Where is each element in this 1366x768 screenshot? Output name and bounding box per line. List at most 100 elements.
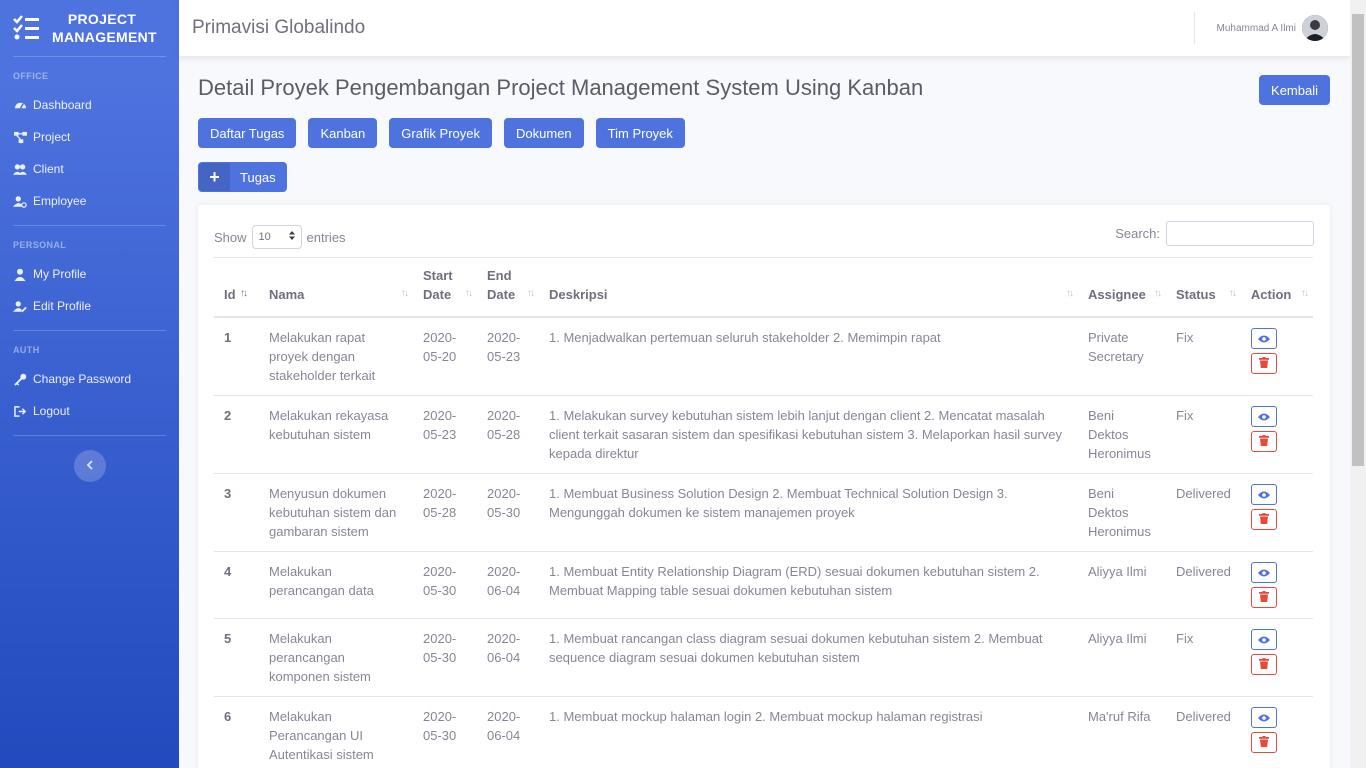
user-name[interactable]: Muhammad A Ilmi bbox=[1217, 23, 1296, 34]
sort-icon: ↑↓ bbox=[401, 288, 409, 299]
back-button[interactable]: Kembali bbox=[1259, 75, 1330, 105]
page-scrollbar[interactable] bbox=[1350, 0, 1366, 768]
col-header-status[interactable]: Status ↑↓ bbox=[1166, 257, 1241, 318]
tab-dokumen[interactable]: Dokumen bbox=[504, 118, 584, 148]
cell-start-date: 2020-05-30 bbox=[413, 551, 477, 619]
cell-deskripsi: 1. Membuat Business Solution Design 2. M… bbox=[539, 473, 1078, 552]
sidebar-heading-personal: PERSONAL bbox=[13, 240, 67, 250]
cell-action bbox=[1240, 395, 1313, 474]
tasks-list-icon bbox=[13, 15, 39, 40]
table-row: 3 Menyusun dokumen kebutuhan sistem dan … bbox=[214, 473, 1313, 552]
col-header-deskripsi[interactable]: Deskripsi ↑↓ bbox=[539, 257, 1078, 318]
entries-label: entries bbox=[306, 229, 346, 245]
eye-icon bbox=[1257, 407, 1270, 426]
sidebar-item-dashboard[interactable]: Dashboard bbox=[0, 89, 179, 121]
col-header-end-date[interactable]: End Date ↑↓ bbox=[477, 257, 539, 318]
row-actions bbox=[1250, 629, 1303, 675]
sidebar-toggle-button[interactable] bbox=[73, 450, 106, 482]
delete-task-button[interactable] bbox=[1250, 509, 1277, 530]
row-actions bbox=[1250, 707, 1303, 753]
search-control: Search: bbox=[1115, 221, 1314, 246]
cell-nama: Melakukan perancangan data bbox=[259, 551, 413, 619]
tab-kanban[interactable]: Kanban bbox=[308, 118, 378, 148]
eye-icon bbox=[1257, 630, 1270, 649]
user-icon bbox=[13, 267, 27, 281]
sort-icon: ↑↓ bbox=[1066, 288, 1074, 299]
cell-assignee: Beni Dektos Heronimus bbox=[1078, 395, 1166, 474]
delete-task-button[interactable] bbox=[1250, 587, 1277, 608]
cell-status: Fix bbox=[1166, 618, 1241, 697]
row-actions bbox=[1250, 406, 1303, 452]
show-label: Show bbox=[214, 229, 247, 245]
user-edit-icon bbox=[13, 299, 27, 313]
cell-assignee: Ma'ruf Rifa bbox=[1078, 696, 1166, 768]
cell-status: Delivered bbox=[1166, 551, 1241, 619]
tab-tim-proyek[interactable]: Tim Proyek bbox=[595, 118, 685, 148]
eye-icon bbox=[1257, 329, 1270, 348]
view-task-button[interactable] bbox=[1250, 484, 1277, 505]
col-header-action[interactable]: Action ↑↓ bbox=[1240, 257, 1313, 318]
delete-task-button[interactable] bbox=[1250, 353, 1277, 374]
cell-start-date: 2020-05-28 bbox=[413, 473, 477, 552]
cell-deskripsi: 1. Membuat rancangan class diagram sesua… bbox=[539, 618, 1078, 697]
topbar-divider bbox=[1193, 12, 1195, 44]
sidebar-item-change-password[interactable]: Change Password bbox=[0, 363, 179, 395]
eye-icon bbox=[1257, 708, 1270, 727]
cell-start-date: 2020-05-30 bbox=[413, 618, 477, 697]
table-row: 4 Melakukan perancangan data 2020-05-30 … bbox=[214, 551, 1313, 619]
sidebar-item-edit-profile[interactable]: Edit Profile bbox=[0, 290, 179, 322]
delete-task-button[interactable] bbox=[1250, 431, 1277, 452]
brand[interactable]: PROJECT MANAGEMENT bbox=[0, 0, 179, 56]
col-header-start-date[interactable]: Start Date ↑↓ bbox=[413, 257, 477, 318]
scrollbar-thumb[interactable] bbox=[1352, 14, 1364, 466]
cell-end-date: 2020-06-04 bbox=[477, 551, 539, 619]
avatar[interactable] bbox=[1302, 15, 1328, 41]
table-row: 5 Melakukan perancangan komponen sistem … bbox=[214, 618, 1313, 697]
tab-daftar-tugas[interactable]: Daftar Tugas bbox=[198, 118, 297, 148]
sidebar-item-logout[interactable]: Logout bbox=[0, 395, 179, 427]
table-row: 1 Melakukan rapat proyek dengan stakehol… bbox=[214, 316, 1313, 396]
cell-end-date: 2020-05-30 bbox=[477, 473, 539, 552]
view-task-button[interactable] bbox=[1250, 707, 1277, 728]
cell-nama: Melakukan Perancangan UI Autentikasi sis… bbox=[259, 696, 413, 768]
view-task-button[interactable] bbox=[1250, 328, 1277, 349]
view-task-button[interactable] bbox=[1250, 562, 1277, 583]
trash-icon bbox=[1258, 354, 1269, 373]
sidebar-item-client[interactable]: Client bbox=[0, 153, 179, 185]
cell-action bbox=[1240, 696, 1313, 768]
cell-nama: Melakukan rapat proyek dengan stakeholde… bbox=[259, 316, 413, 396]
view-task-button[interactable] bbox=[1250, 629, 1277, 650]
trash-icon bbox=[1258, 655, 1269, 674]
cell-assignee: Private Secretary bbox=[1078, 316, 1166, 396]
trash-icon bbox=[1258, 588, 1269, 607]
view-task-button[interactable] bbox=[1250, 406, 1277, 427]
cell-status: Fix bbox=[1166, 395, 1241, 474]
key-icon bbox=[13, 372, 27, 386]
add-task-button[interactable]: + Tugas bbox=[198, 162, 287, 192]
cell-id: 3 bbox=[214, 473, 259, 552]
col-header-assignee[interactable]: Assignee ↑↓ bbox=[1078, 257, 1166, 318]
tab-grafik-proyek[interactable]: Grafik Proyek bbox=[389, 118, 493, 148]
cell-action bbox=[1240, 551, 1313, 619]
cell-status: Fix bbox=[1166, 316, 1241, 396]
sidebar-item-label: My Profile bbox=[33, 267, 87, 281]
col-header-nama[interactable]: Nama ↑↓ bbox=[259, 257, 413, 318]
project-diagram-icon bbox=[13, 130, 27, 144]
table-controls: Show 10 entries Search: bbox=[214, 221, 1314, 249]
cell-assignee: Aliyya Ilmi bbox=[1078, 618, 1166, 697]
sort-icon: ↑↓ bbox=[527, 288, 535, 299]
sidebar-item-employee[interactable]: Employee bbox=[0, 185, 179, 217]
cell-nama: Melakukan rekayasa kebutuhan sistem bbox=[259, 395, 413, 474]
delete-task-button[interactable] bbox=[1250, 654, 1277, 675]
search-input[interactable] bbox=[1166, 221, 1314, 246]
cell-end-date: 2020-05-28 bbox=[477, 395, 539, 474]
entries-select[interactable]: 10 bbox=[251, 225, 302, 249]
col-header-id[interactable]: Id ↑↓ bbox=[214, 257, 259, 318]
task-table: Id ↑↓ Nama ↑↓ Start Date ↑↓ End Date ↑↓ Desk… bbox=[214, 257, 1313, 768]
sidebar-item-my-profile[interactable]: My Profile bbox=[0, 258, 179, 290]
delete-task-button[interactable] bbox=[1250, 732, 1277, 753]
sidebar-item-label: Employee bbox=[33, 194, 87, 208]
cell-id: 1 bbox=[214, 316, 259, 396]
sidebar-item-project[interactable]: Project bbox=[0, 121, 179, 153]
cell-assignee: Beni Dektos Heronimus bbox=[1078, 473, 1166, 552]
